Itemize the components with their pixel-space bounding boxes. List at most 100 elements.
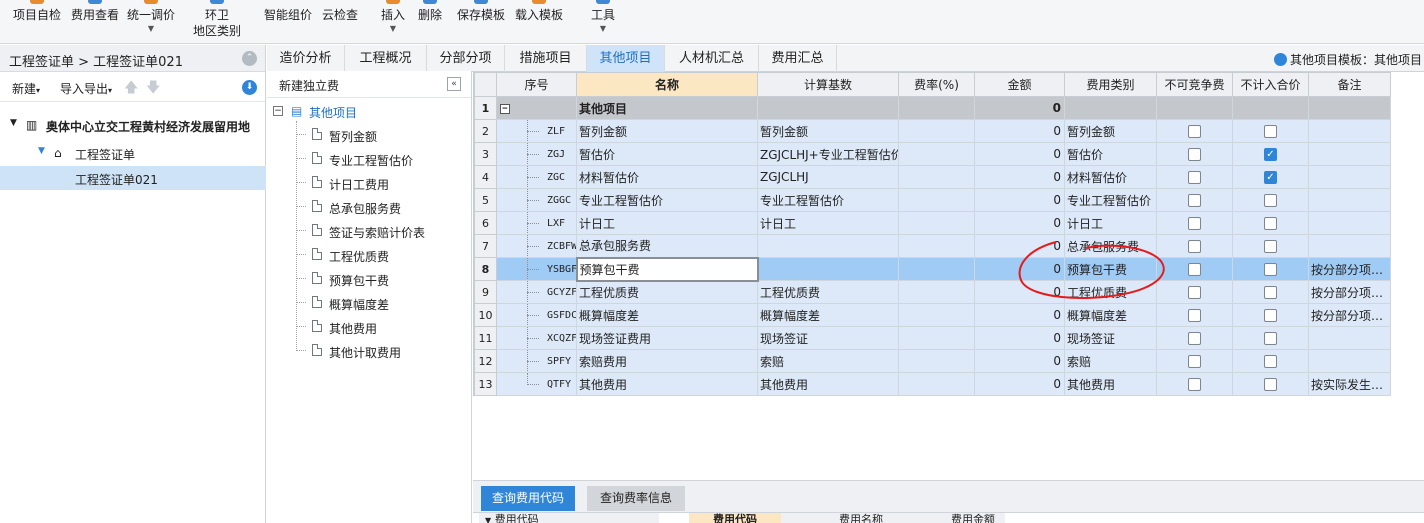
table-row[interactable]: 9 GCYZF 工程优质费 工程优质费 0 工程优质费 按分部分项…	[474, 280, 1391, 304]
cell-base[interactable]: 索赔	[757, 349, 899, 373]
cell-name[interactable]: 工程优质费	[576, 280, 758, 304]
table-row[interactable]: 13 QTFY 其他费用 其他费用 0 其他费用 按实际发生…	[474, 372, 1391, 396]
cell-category[interactable]: 概算幅度差	[1064, 303, 1157, 327]
move-down-icon[interactable]: 🡇	[146, 77, 160, 101]
mid-tree-item[interactable]: 工程优质费	[267, 243, 472, 267]
tab-query-rate-info[interactable]: 查询费率信息	[587, 486, 685, 511]
cell-seq[interactable]: YSBGF	[496, 257, 577, 281]
tools-button[interactable]: 工具 ▼	[588, 0, 618, 44]
cell-name[interactable]: 计日工	[576, 211, 758, 235]
expand-icon[interactable]: ▼	[38, 146, 45, 156]
cell-category[interactable]: 计日工	[1064, 211, 1157, 235]
cell-rate[interactable]	[898, 165, 975, 189]
tab-query-fee-code[interactable]: 查询费用代码	[481, 486, 575, 511]
checkbox[interactable]	[1188, 148, 1201, 161]
col-header-amount[interactable]: 金额	[974, 72, 1065, 97]
delete-button[interactable]: 删除	[415, 0, 445, 44]
checkbox[interactable]	[1188, 217, 1201, 230]
col-header-category[interactable]: 费用类别	[1064, 72, 1157, 97]
checkbox[interactable]	[1188, 355, 1201, 368]
download-icon[interactable]: ⬇	[242, 80, 257, 95]
cell-name[interactable]: 总承包服务费	[576, 234, 758, 258]
col-header-noncompetitive[interactable]: 不可竞争费	[1156, 72, 1233, 97]
checkbox[interactable]	[1264, 378, 1277, 391]
cell-rate[interactable]	[898, 142, 975, 166]
cell-name[interactable]: 暂列金额	[576, 119, 758, 143]
cell-category[interactable]: 暂列金额	[1064, 119, 1157, 143]
tab-overview[interactable]: 工程概况	[345, 45, 427, 72]
cell-seq[interactable]: ZGC	[496, 165, 577, 189]
tree-item-group[interactable]: ▼ ⌂ 工程签证单	[0, 141, 266, 165]
cell-note[interactable]	[1308, 188, 1391, 212]
mid-tree-root[interactable]: − ▤ 其他项目	[267, 99, 472, 123]
table-row[interactable]: 6 LXF 计日工 计日工 0 计日工	[474, 211, 1391, 235]
row-number[interactable]: 6	[474, 211, 497, 235]
cell-base[interactable]: 现场签证	[757, 326, 899, 350]
checkbox[interactable]	[1264, 217, 1277, 230]
cell-base[interactable]: 暂列金额	[757, 119, 899, 143]
cell-category[interactable]	[1064, 96, 1157, 120]
tab-sub-items[interactable]: 分部分项	[427, 45, 505, 72]
mid-tree-item[interactable]: 总承包服务费	[267, 195, 472, 219]
col-header-seq[interactable]: 序号	[496, 72, 577, 97]
cloud-check-button[interactable]: 云检查	[318, 0, 362, 44]
checkbox[interactable]	[1188, 332, 1201, 345]
checkbox[interactable]	[1264, 355, 1277, 368]
cell-name[interactable]: 专业工程暂估价	[576, 188, 758, 212]
cell-name[interactable]: 预算包干费	[575, 256, 759, 282]
checkbox[interactable]	[1188, 309, 1201, 322]
cost-view-button[interactable]: 费用查看	[66, 0, 124, 44]
cell-name[interactable]: 材料暂估价	[576, 165, 758, 189]
cell-amount[interactable]: 0	[974, 349, 1065, 373]
cell-rate[interactable]	[898, 349, 975, 373]
cell-seq[interactable]: QTFY	[496, 372, 577, 396]
cell-note[interactable]	[1308, 165, 1391, 189]
template-label[interactable]: 其他项目模板：其他项目	[1273, 51, 1422, 68]
save-template-button[interactable]: 保存模板	[454, 0, 508, 44]
expand-icon[interactable]: ▼	[10, 118, 17, 128]
cell-category[interactable]: 现场签证	[1064, 326, 1157, 350]
collapse-left-icon[interactable]: «	[447, 77, 461, 91]
cell-rate[interactable]	[898, 188, 975, 212]
tab-other-items[interactable]: 其他项目	[587, 45, 665, 72]
col-header-exclude-total[interactable]: 不计入合价	[1232, 72, 1309, 97]
checkbox[interactable]	[1264, 263, 1277, 276]
col-header-note[interactable]: 备注	[1308, 72, 1391, 97]
region-category-button[interactable]: 环卫 地区类别	[188, 0, 246, 44]
row-number[interactable]: 10	[474, 303, 497, 327]
table-row[interactable]: 8 YSBGF 预算包干费 0 预算包干费 按分部分项…	[474, 256, 1391, 282]
cell-note[interactable]	[1308, 211, 1391, 235]
checkbox[interactable]	[1264, 286, 1277, 299]
col-header-base[interactable]: 计算基数	[757, 72, 899, 97]
tree-item-project[interactable]: ▼ ▥ 奥体中心立交工程黄村经济发展留用地	[0, 113, 266, 137]
cell-note[interactable]: 按实际发生…	[1308, 372, 1391, 396]
project-self-check-button[interactable]: 项目自检	[8, 0, 66, 44]
tree-item-selected[interactable]: 工程签证单021	[0, 166, 266, 190]
checkbox[interactable]	[1188, 125, 1201, 138]
col-fee-code[interactable]: 费用代码	[689, 513, 781, 523]
cell-rate[interactable]	[898, 119, 975, 143]
new-independent-fee-label[interactable]: 新建独立费	[279, 77, 339, 94]
tab-measures[interactable]: 措施项目	[505, 45, 587, 72]
table-row[interactable]: 3 ZGJ 暂估价 ZGJCLHJ+专业工程暂估价 0 暂估价 ✓	[474, 142, 1391, 166]
row-number[interactable]: 1	[474, 96, 497, 120]
chevron-down-icon[interactable]: ▼	[485, 516, 491, 523]
cell-seq[interactable]: ZLF	[496, 119, 577, 143]
tab-labor-material-summary[interactable]: 人材机汇总	[665, 45, 759, 72]
cell-seq[interactable]: XCQZFY	[496, 326, 577, 350]
tab-cost-summary[interactable]: 费用汇总	[759, 45, 837, 72]
cell-base[interactable]: ZGJCLHJ	[757, 165, 899, 189]
checkbox[interactable]: ✓	[1264, 171, 1277, 184]
cell-seq[interactable]: −	[496, 96, 577, 120]
cell-category[interactable]: 专业工程暂估价	[1064, 188, 1157, 212]
row-number[interactable]: 8	[474, 257, 497, 281]
mid-tree-item[interactable]: 其他费用	[267, 315, 472, 339]
cell-name[interactable]: 现场签证费用	[576, 326, 758, 350]
table-row[interactable]: 11XCQZFY现场签证费用现场签证0现场签证	[474, 326, 1391, 350]
checkbox[interactable]	[1188, 263, 1201, 276]
new-button[interactable]: 新建▾	[12, 80, 40, 97]
cell-rate[interactable]	[898, 372, 975, 396]
cell-base[interactable]: ZGJCLHJ+专业工程暂估价	[757, 142, 899, 166]
cell-seq[interactable]: GSFDC	[496, 303, 577, 327]
cell-name[interactable]: 概算幅度差	[576, 303, 758, 327]
